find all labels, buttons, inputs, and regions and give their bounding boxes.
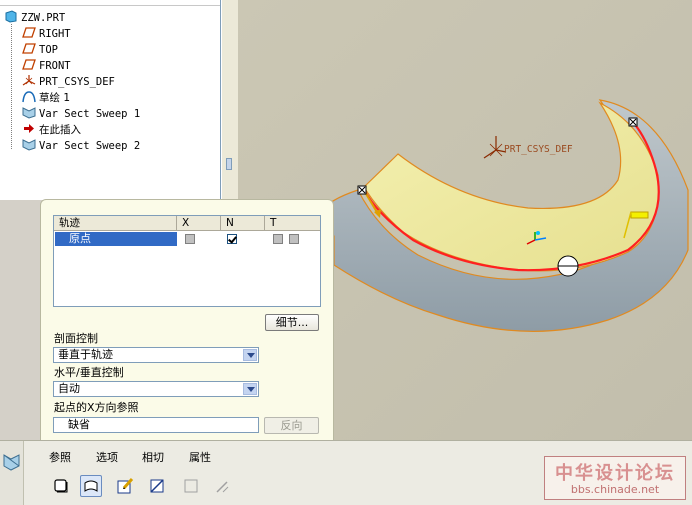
watermark-title: 中华设计论坛 — [555, 463, 675, 484]
section-control-label: 剖面控制 — [54, 332, 98, 345]
surface-icon — [84, 480, 98, 492]
tree-item-sweep-1[interactable]: Var Sect Sweep 1 — [22, 106, 140, 121]
tree-item-sweep-2[interactable]: Var Sect Sweep 2 — [22, 138, 140, 153]
n-checkbox[interactable] — [227, 234, 237, 244]
datum-plane-icon — [22, 26, 36, 39]
solid-icon — [54, 479, 68, 493]
sketch-icon — [22, 90, 36, 103]
sketch-edit-button[interactable] — [114, 475, 136, 497]
t-checkbox-2[interactable] — [288, 234, 299, 244]
col-t: T — [270, 217, 277, 229]
tab-options[interactable]: 选项 — [96, 451, 118, 465]
start-x-ref-label: 起点的X方向参照 — [54, 401, 139, 414]
model-tree: ZZW.PRT RIGHT TOP FRONT PRT_CSYS_DEF 草绘 … — [0, 0, 221, 200]
tab-properties[interactable]: 属性 — [189, 451, 211, 465]
splitter-grip[interactable] — [226, 158, 232, 170]
csys-label: PRT_CSYS_DEF — [504, 144, 573, 155]
remove-material-button — [180, 475, 202, 497]
col-x: X — [177, 216, 221, 230]
site-watermark: 中华设计论坛 bbs.chinade.net — [544, 456, 686, 500]
tab-references[interactable]: 参照 — [49, 451, 71, 465]
n-cell — [221, 232, 265, 246]
tree-item-part[interactable]: ZZW.PRT — [4, 10, 65, 25]
tree-item-csys[interactable]: PRT_CSYS_DEF — [22, 74, 115, 89]
section-control-dropdown[interactable]: 垂直于轨迹 — [53, 347, 259, 363]
trajectory-name-cell[interactable]: 原点 — [55, 232, 177, 246]
sweep-icon — [22, 106, 36, 119]
variable-section-icon — [150, 479, 164, 493]
sweep-feature-icon — [3, 454, 20, 471]
tree-item-insert-here[interactable]: 在此插入 — [22, 122, 81, 137]
references-panel: 轨迹 X N T 原点 细节... 剖面控制 垂直于轨迹 水平/垂直控制 自动 — [40, 199, 334, 447]
details-button[interactable]: 细节... — [265, 314, 319, 331]
chevron-down-icon[interactable] — [243, 349, 257, 361]
datum-plane-icon — [22, 42, 36, 55]
sweep-icon — [22, 138, 36, 151]
trajectory-table-header: 轨迹 X N T — [54, 216, 320, 231]
flip-button: 反向 — [264, 417, 319, 434]
t-cell — [265, 232, 319, 246]
hv-control-label: 水平/垂直控制 — [54, 366, 124, 379]
tree-splitter[interactable] — [221, 0, 238, 200]
sketch-edit-icon — [117, 478, 134, 494]
drag-handle-sphere[interactable] — [557, 255, 579, 277]
dashboard-feature-icon-bar — [0, 441, 24, 505]
col-trajectory: 轨迹 — [54, 216, 177, 230]
thicken-icon — [216, 481, 229, 493]
trajectory-table[interactable]: 轨迹 X N T 原点 — [53, 215, 321, 307]
feature-dashboard: 参照 选项 相切 属性 中华设计论坛 bbs.chinade.net — [0, 440, 692, 505]
x-checkbox[interactable] — [185, 234, 195, 244]
start-point-marker[interactable] — [357, 185, 367, 195]
chevron-down-icon[interactable] — [243, 383, 257, 395]
hv-control-dropdown[interactable]: 自动 — [53, 381, 259, 397]
tree-item-right[interactable]: RIGHT — [22, 26, 71, 41]
watermark-url: bbs.chinade.net — [570, 483, 660, 496]
tree-item-top[interactable]: TOP — [22, 42, 58, 57]
tree-item-front[interactable]: FRONT — [22, 58, 71, 73]
tree-item-sketch[interactable]: 草绘 1 — [22, 90, 70, 105]
surface-button[interactable] — [80, 475, 102, 497]
datum-plane-icon — [22, 58, 36, 71]
table-row[interactable]: 原点 — [55, 232, 319, 246]
thicken-button — [211, 475, 233, 497]
end-point-marker[interactable] — [628, 117, 638, 127]
start-x-ref-field[interactable]: 缺省 — [53, 417, 259, 433]
tab-tangency[interactable]: 相切 — [142, 451, 164, 465]
tree-header-line — [0, 0, 220, 6]
x-cell — [177, 232, 221, 246]
tree-connector — [11, 24, 12, 149]
section-handle[interactable] — [630, 211, 649, 219]
remove-material-icon — [184, 479, 198, 493]
csys-icon — [22, 74, 36, 87]
variable-section-button[interactable] — [146, 475, 168, 497]
insert-here-arrow-icon — [22, 122, 36, 135]
solid-button[interactable] — [50, 475, 72, 497]
col-n: N — [221, 216, 265, 230]
t-checkbox-1[interactable] — [273, 234, 283, 244]
part-icon — [4, 10, 18, 23]
